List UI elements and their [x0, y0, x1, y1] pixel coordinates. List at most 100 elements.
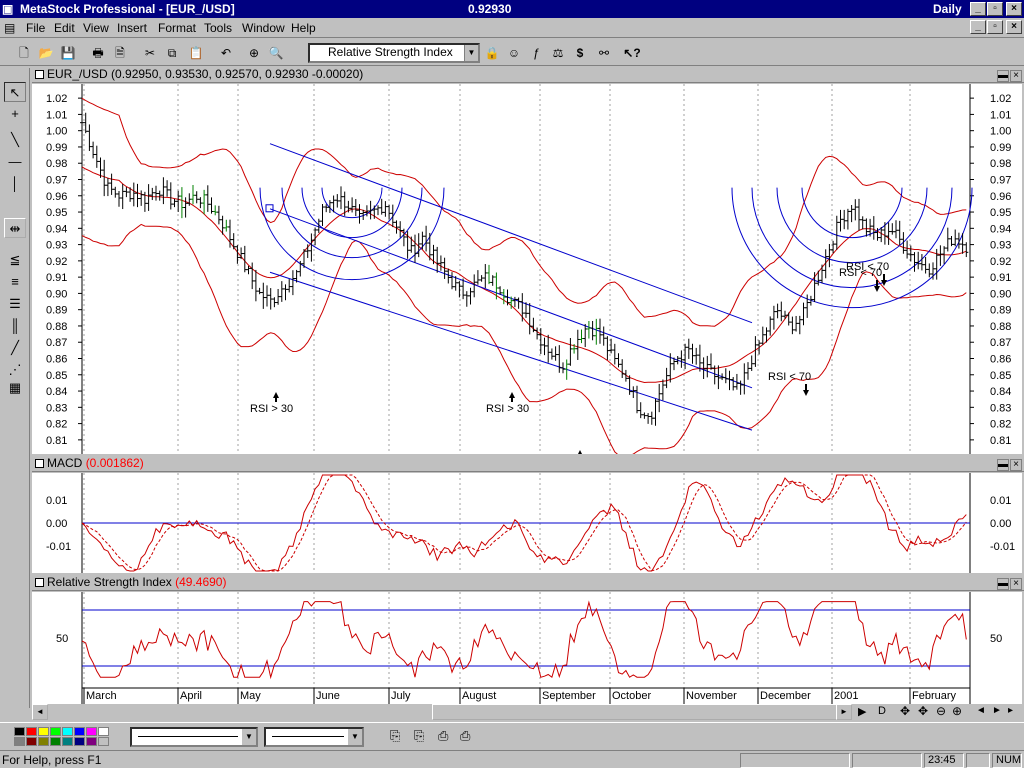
restore-button[interactable]: ▫ [987, 2, 1003, 16]
doc-minimize-button[interactable]: _ [970, 20, 986, 34]
doc-icon[interactable]: ▤ [4, 21, 15, 35]
next-icon[interactable]: ► [992, 705, 1002, 716]
zoom-out-icon[interactable]: ⊖ [936, 704, 946, 718]
pane-icon[interactable] [35, 70, 44, 79]
fibonacci-icon[interactable]: ≡ [4, 272, 26, 292]
chart-icon-4[interactable]: ⎙ [460, 728, 470, 744]
dollar-icon[interactable]: $ [570, 43, 590, 63]
chevron-down-icon[interactable]: ▼ [464, 45, 478, 61]
menu-edit[interactable]: Edit [54, 21, 75, 35]
pane-close-icon[interactable]: × [1010, 70, 1022, 82]
move-icon-2[interactable]: ✥ [918, 704, 928, 718]
help-icon[interactable]: ↖? [622, 43, 642, 63]
color-swatch[interactable] [86, 727, 97, 736]
doc-close-button[interactable]: × [1006, 20, 1022, 34]
raff-channel-icon[interactable]: ╱ [4, 338, 26, 358]
line-style-select[interactable]: ▼ [130, 727, 258, 747]
pane-minimize-icon[interactable]: ▬ [997, 578, 1009, 590]
color-swatch[interactable] [26, 727, 37, 736]
expert-icon[interactable]: ☺ [504, 43, 524, 63]
color-swatch[interactable] [38, 737, 49, 746]
copy-icon[interactable]: ⧉ [162, 43, 182, 63]
menu-file[interactable]: File [26, 21, 45, 35]
scroll-right-button[interactable]: ► [836, 704, 852, 720]
binoculars-icon[interactable]: ⚯ [594, 43, 614, 63]
rsi-pane[interactable]: 50 50 March April May June July August September… [32, 592, 1022, 704]
chart-icon-2[interactable]: ⎘ [414, 728, 424, 744]
zoom-in-icon[interactable]: ⊕ [952, 704, 962, 718]
gann-fan-icon[interactable]: ⋰ [4, 360, 26, 380]
move-icon[interactable]: ✥ [900, 704, 910, 718]
print-icon[interactable]: 🖶 [88, 43, 108, 63]
rsi-chart[interactable]: 50 50 March April May June July August September… [32, 592, 1022, 704]
scroll-thumb[interactable] [432, 704, 852, 720]
color-swatch[interactable] [26, 737, 37, 746]
color-swatch[interactable] [98, 737, 109, 746]
horizontal-scrollbar[interactable]: ◄ ► ▶ D ✥ ✥ ⊖ ⊕ ◄ ► ▸ [32, 704, 1022, 720]
zoom-icon[interactable]: 🔍 [266, 43, 286, 63]
close-button[interactable]: × [1006, 2, 1022, 16]
speed-line-icon[interactable]: ≦ [4, 250, 26, 270]
chart-icon-3[interactable]: ⎙ [438, 728, 448, 744]
doc-restore-button[interactable]: ▫ [987, 20, 1003, 34]
menu-window[interactable]: Window [242, 21, 285, 35]
pane-icon[interactable] [35, 578, 44, 587]
chevron-down-icon[interactable]: ▼ [348, 729, 362, 745]
arrange-icon[interactable]: ⇹ [4, 218, 26, 238]
chart-icon-1[interactable]: ⎘ [390, 728, 400, 744]
indicator-select[interactable]: Relative Strength Index ▼ [308, 43, 480, 63]
cycle-lines-icon[interactable]: ║ [4, 316, 26, 336]
horizontal-line-icon[interactable]: — [4, 152, 26, 172]
line-weight-select[interactable]: ▼ [264, 727, 364, 747]
menu-view[interactable]: View [83, 21, 109, 35]
pane-minimize-icon[interactable]: ▬ [997, 70, 1009, 82]
crosshair-tool-icon[interactable]: + [4, 104, 26, 124]
price-pane[interactable]: 1.02 1.02 1.01 1.01 1.00 1.00 0.99 0.99 0.98 0.98… [32, 84, 1022, 454]
menu-format[interactable]: Format [158, 21, 196, 35]
menu-insert[interactable]: Insert [117, 21, 147, 35]
color-swatch[interactable] [74, 737, 85, 746]
menu-tools[interactable]: Tools [204, 21, 232, 35]
cut-icon[interactable]: ✂ [140, 43, 160, 63]
end-icon[interactable]: ▸ [1008, 705, 1013, 716]
color-swatch[interactable] [14, 727, 25, 736]
play-icon[interactable]: ▶ [858, 705, 866, 718]
open-icon[interactable]: 📂 [36, 43, 56, 63]
pane-minimize-icon[interactable]: ▬ [997, 459, 1009, 471]
scroll-left-button[interactable]: ◄ [32, 704, 48, 720]
color-swatch[interactable] [74, 727, 85, 736]
vertical-line-icon[interactable]: │ [4, 174, 26, 194]
undo-icon[interactable]: ↶ [216, 43, 236, 63]
color-swatch[interactable] [38, 727, 49, 736]
price-chart[interactable]: 1.02 1.02 1.01 1.01 1.00 1.00 0.99 0.99 0.98 0.98… [32, 84, 1022, 454]
fan-icon[interactable]: ☰ [4, 294, 26, 314]
color-swatch[interactable] [62, 727, 73, 736]
color-swatch[interactable] [50, 727, 61, 736]
color-swatch[interactable] [50, 737, 61, 746]
prev-icon[interactable]: ◄ [976, 705, 986, 716]
system-tester-icon[interactable]: ⚖ [548, 43, 568, 63]
color-swatch[interactable] [86, 737, 97, 746]
daily-button[interactable]: D [878, 705, 886, 717]
color-swatch[interactable] [62, 737, 73, 746]
function-icon[interactable]: ƒ [526, 43, 546, 63]
color-swatch[interactable] [98, 727, 109, 736]
lock-icon[interactable]: 🔒 [482, 43, 502, 63]
macd-chart[interactable]: 0.01 0.01 0.00 0.00 -0.01 -0.01 [32, 473, 1022, 573]
trendline-icon[interactable]: ╲ [4, 130, 26, 150]
minimize-button[interactable]: _ [970, 2, 986, 16]
app-icon[interactable]: ▣ [2, 2, 13, 16]
macd-pane[interactable]: 0.01 0.01 0.00 0.00 -0.01 -0.01 [32, 473, 1022, 573]
pane-close-icon[interactable]: × [1010, 578, 1022, 590]
paste-icon[interactable]: 📋 [186, 43, 206, 63]
pane-close-icon[interactable]: × [1010, 459, 1022, 471]
new-icon[interactable]: 🗋 [14, 43, 34, 63]
crosshair-icon[interactable]: ⊕ [244, 43, 264, 63]
grid-icon[interactable]: ▦ [4, 378, 26, 398]
pane-icon[interactable] [35, 459, 44, 468]
pointer-icon[interactable]: ↖ [4, 82, 26, 102]
chevron-down-icon[interactable]: ▼ [242, 729, 256, 745]
color-swatch[interactable] [14, 737, 25, 746]
menu-help[interactable]: Help [291, 21, 316, 35]
print-preview-icon[interactable]: 🗎 [110, 43, 130, 63]
